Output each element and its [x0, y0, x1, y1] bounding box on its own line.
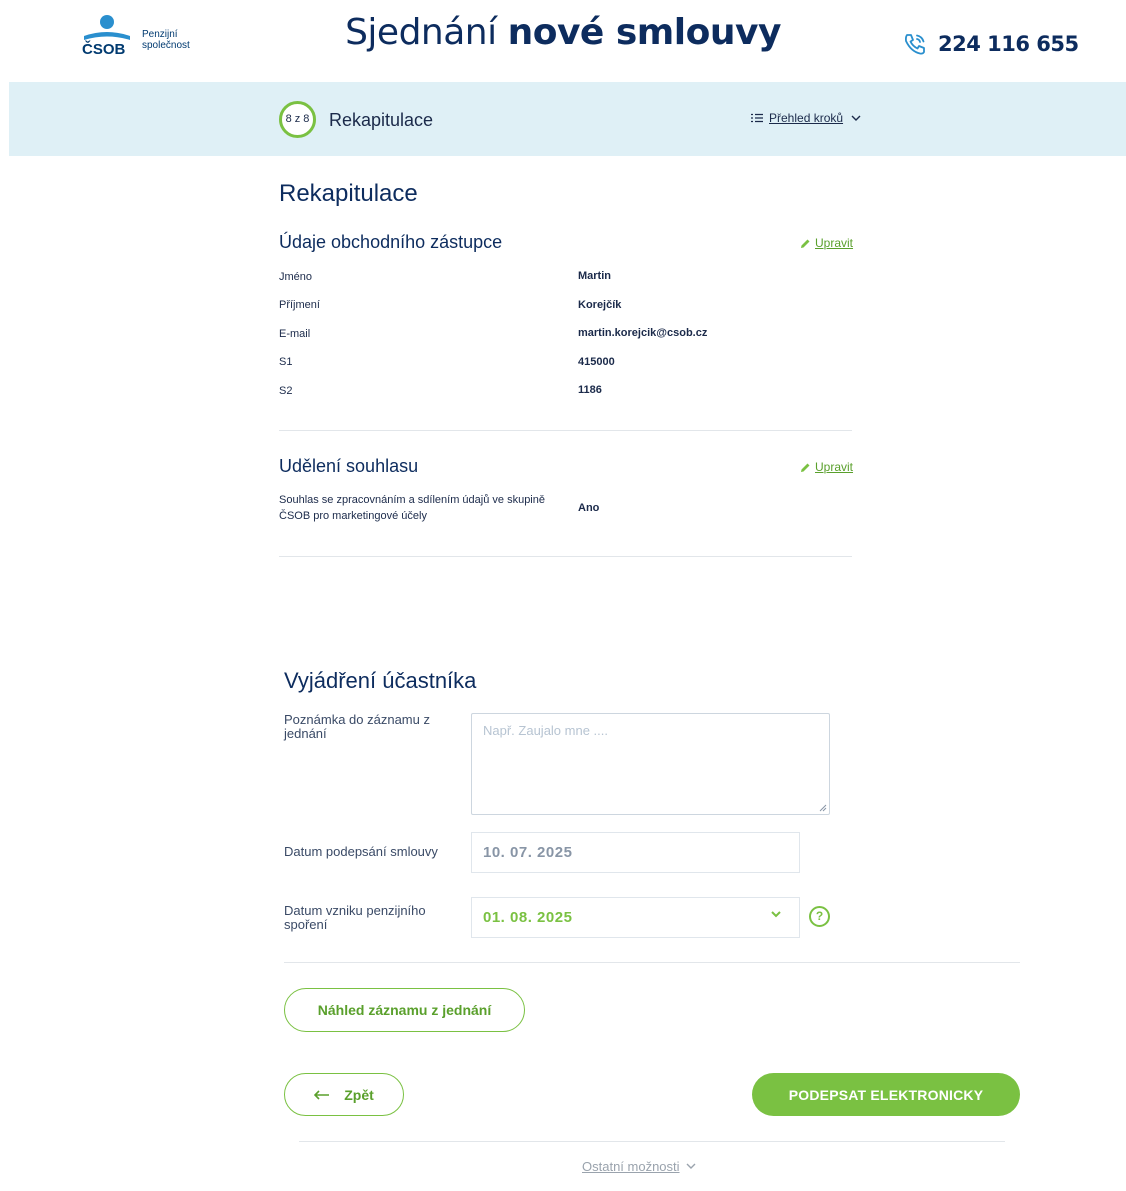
sign-electronically-button[interactable]: PODEPSAT ELEKTRONICKY	[752, 1073, 1020, 1116]
participant-section-title: Vyjádření účastníka	[284, 668, 477, 693]
agent-section-title: Údaje obchodního zástupce	[279, 232, 503, 252]
note-field-label: Poznámka do záznamu z jednání	[284, 713, 464, 741]
chevron-down-icon	[771, 911, 781, 918]
consent-label-line2: ČSOB pro marketingové účely	[279, 510, 427, 522]
recap-title: Rekapitulace	[279, 180, 418, 207]
agent-edit-label: Upravit	[815, 236, 854, 250]
step-bar: 8 z 8 Rekapitulace Přehled kroků	[9, 82, 1126, 156]
agent-row-value: martin.korejcik@csob.cz	[578, 327, 708, 339]
header-title-bold: nové smlouvy	[507, 12, 782, 53]
section-divider	[279, 430, 852, 431]
consent-row-label: Souhlas se zpracovnáním a sdílením údajů…	[279, 492, 545, 524]
back-button[interactable]: Zpět	[284, 1073, 404, 1116]
agent-row-label: Jméno	[279, 271, 313, 283]
agent-row-value: Korejčík	[578, 299, 622, 311]
phone-number: 224 116 655	[938, 32, 1079, 56]
agent-edit-link[interactable]: Upravit	[800, 236, 853, 250]
step-progress-indicator: 8 z 8	[279, 101, 316, 138]
list-icon	[751, 113, 763, 123]
agent-row-value: 1186	[578, 384, 602, 396]
consent-edit-link[interactable]: Upravit	[800, 460, 853, 474]
start-date-value: 01. 08. 2025	[483, 909, 573, 926]
back-label: Zpět	[344, 1086, 374, 1103]
step-title: Rekapitulace	[329, 110, 434, 130]
start-date-label: Datum vzniku penzijního spoření	[284, 904, 464, 932]
other-options-label: Ostatní možnosti	[582, 1159, 680, 1174]
start-date-label-line1: Datum vzniku penzijního	[284, 903, 426, 918]
steps-overview-link[interactable]: Přehled kroků	[751, 111, 861, 125]
sign-date-field: 10. 07. 2025	[471, 832, 800, 873]
start-date-label-line2: spoření	[284, 917, 328, 932]
phone-contact[interactable]: 224 116 655	[902, 30, 1079, 58]
note-label-line2: jednání	[284, 726, 327, 741]
form-divider	[284, 962, 1020, 963]
agent-row-label: E-mail	[279, 328, 311, 340]
agent-row-value: 415000	[578, 356, 615, 368]
start-date-select[interactable]: 01. 08. 2025	[471, 897, 800, 938]
note-label-line1: Poznámka do záznamu z	[284, 712, 430, 727]
section-divider	[279, 556, 852, 557]
chevron-down-icon	[686, 1163, 696, 1169]
resize-grip-icon[interactable]	[819, 804, 827, 812]
consent-edit-label: Upravit	[815, 460, 854, 474]
consent-section-title: Udělení souhlasu	[279, 456, 419, 476]
page-header: ČSOB Penzijní společnost Sjednání nové s…	[0, 0, 1126, 82]
pencil-icon	[801, 239, 810, 248]
sign-date-label: Datum podepsání smlouvy	[284, 844, 438, 859]
consent-row-value: Ano	[578, 502, 600, 514]
help-icon[interactable]: ?	[809, 906, 830, 927]
agent-row-label: S1	[279, 356, 293, 368]
consent-label-line1: Souhlas se zpracovnáním a sdílením údajů…	[279, 494, 545, 506]
chevron-down-icon	[851, 115, 861, 121]
agent-row-label: S2	[279, 385, 293, 397]
arrow-left-icon	[314, 1089, 330, 1100]
note-placeholder: Např. Zaujalo mne ....	[483, 723, 608, 738]
steps-overview-label: Přehled kroků	[769, 111, 844, 125]
preview-record-button[interactable]: Náhled záznamu z jednání	[284, 988, 525, 1032]
header-title-regular: Sjednání	[345, 12, 497, 53]
agent-row-label: Příjmení	[279, 299, 320, 311]
note-textarea[interactable]: Např. Zaujalo mne ....	[471, 713, 830, 815]
footer-divider	[299, 1141, 1005, 1142]
pencil-icon	[801, 463, 810, 472]
other-options-link[interactable]: Ostatní možnosti	[582, 1159, 696, 1174]
agent-row-value: Martin	[578, 270, 611, 282]
phone-icon	[904, 34, 925, 55]
